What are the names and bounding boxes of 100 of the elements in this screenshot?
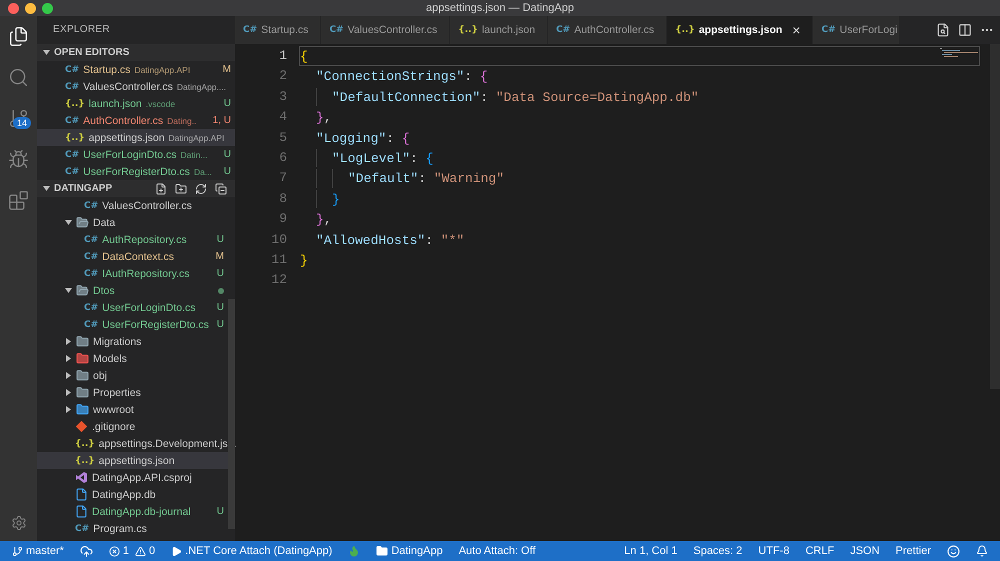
- extensions-glyph-icon: [8, 190, 29, 211]
- caret-icon[interactable]: [65, 372, 72, 379]
- tree-item[interactable]: DatingApp.db: [37, 486, 228, 503]
- workspace-folder[interactable]: DatingApp: [368, 545, 451, 557]
- tab-label: appsettings.json: [698, 24, 782, 36]
- open-editor-item[interactable]: C# UserForRegisterDto.cs Da... U: [37, 163, 235, 180]
- caret-icon[interactable]: [65, 338, 72, 345]
- csharp-icon: C#: [65, 116, 80, 126]
- file-name: Program.cs: [93, 522, 147, 534]
- tree-item[interactable]: C# UserForRegisterDto.cs U: [37, 316, 228, 333]
- punctuation: :: [418, 170, 428, 188]
- close-tab-button[interactable]: ×: [786, 22, 800, 38]
- status-item[interactable]: Prettier: [888, 545, 939, 557]
- file-name: .gitignore: [92, 420, 136, 432]
- line-number: 8: [279, 190, 287, 208]
- launch-name: .NET Core Attach (DatingApp): [185, 545, 332, 557]
- folder-icon: [76, 369, 89, 382]
- editor-tab[interactable]: {..} appsettings.json ×: [667, 16, 814, 44]
- csharp-icon: C#: [84, 302, 98, 312]
- file-name: DatingApp.API.csproj: [92, 472, 192, 484]
- open-editor-item[interactable]: C# ValuesController.cs DatingApp....: [37, 78, 235, 95]
- file-name: Dtos: [93, 284, 115, 296]
- preview-icon[interactable]: [936, 23, 950, 37]
- caret-icon[interactable]: [65, 355, 72, 362]
- caret-icon[interactable]: [65, 389, 72, 396]
- tree-item[interactable]: C# ValuesController.cs: [37, 197, 228, 214]
- tree-item[interactable]: obj: [37, 367, 228, 384]
- status-item[interactable]: JSON: [842, 545, 888, 557]
- tree-item[interactable]: Migrations: [37, 333, 228, 350]
- punctuation: ,: [324, 109, 332, 127]
- tree-item[interactable]: C# AuthRepository.cs U: [37, 231, 228, 248]
- file-path: Dating..: [167, 116, 196, 126]
- csharp-icon: C#: [243, 25, 258, 35]
- csharp-icon: C#: [556, 25, 570, 35]
- punctuation: ,: [324, 211, 332, 229]
- close-window-button[interactable]: [8, 2, 19, 14]
- new-folder-icon[interactable]: [175, 182, 187, 194]
- open-editor-item[interactable]: C# Startup.cs DatingApp.API M: [37, 61, 235, 78]
- editor-tab[interactable]: C# Startup.cs: [235, 16, 322, 44]
- open-editor-item[interactable]: {..} launch.json .vscode U: [37, 95, 235, 112]
- zoom-window-button[interactable]: [42, 2, 53, 14]
- tree-item[interactable]: wwwroot: [37, 401, 228, 418]
- debug-launch[interactable]: .NET Core Attach (DatingApp): [163, 545, 340, 557]
- minimize-window-button[interactable]: [25, 2, 36, 14]
- tree-item[interactable]: DatingApp.API.csproj: [37, 469, 228, 486]
- git-status: U: [224, 166, 231, 177]
- json-icon: {..}: [75, 438, 95, 448]
- folder-icon: [76, 216, 89, 229]
- caret-icon[interactable]: [65, 406, 72, 413]
- tree-item[interactable]: C# UserForLoginDto.cs U: [37, 299, 228, 316]
- line-number: 11: [271, 250, 287, 269]
- file-icon: [75, 505, 88, 518]
- refresh-icon[interactable]: [195, 182, 207, 194]
- file-name: UserForRegisterDto.cs: [83, 166, 190, 178]
- folder-icon: [76, 335, 89, 348]
- file-icon: [75, 488, 88, 501]
- caret-icon[interactable]: [43, 185, 50, 192]
- problems-indicator[interactable]: 1 0: [100, 545, 164, 557]
- editor-tab[interactable]: C# UserForLogi: [813, 16, 900, 44]
- csharp-icon: C#: [65, 166, 80, 176]
- json-key: "Logging": [316, 128, 386, 147]
- section-header[interactable]: DATINGAPP: [37, 180, 235, 197]
- editor-tab[interactable]: C# ValuesController.cs: [321, 16, 450, 44]
- open-editor-item[interactable]: {..} appsettings.json DatingApp.API: [37, 129, 235, 146]
- json-icon: {..}: [65, 132, 85, 142]
- status-item[interactable]: CRLF: [797, 545, 842, 557]
- caret-icon[interactable]: [43, 49, 50, 56]
- csharp-icon: C#: [84, 320, 98, 330]
- branch-indicator[interactable]: master*: [4, 545, 72, 557]
- editor-tab[interactable]: {..} launch.json: [450, 16, 548, 44]
- tree-item[interactable]: C# Program.cs: [37, 520, 228, 537]
- punctuation: :: [464, 68, 474, 86]
- file-name: ValuesController.cs: [102, 200, 192, 212]
- collapse-icon[interactable]: [215, 182, 227, 194]
- tree-item[interactable]: Properties: [37, 384, 228, 401]
- status-item[interactable]: Auto Attach: Off: [450, 545, 544, 557]
- status-item[interactable]: UTF-8: [750, 545, 798, 557]
- open-editor-item[interactable]: C# AuthController.cs Dating.. 1, U: [37, 112, 235, 129]
- tree-item[interactable]: {..} appsettings.json: [37, 452, 228, 469]
- file-name: DataContext.cs: [102, 250, 174, 262]
- tree-item[interactable]: C# DataContext.cs M: [37, 248, 228, 265]
- editor-tab[interactable]: C# AuthController.cs: [548, 16, 668, 44]
- branch-name: master*: [26, 545, 64, 557]
- json-key: "DefaultConnection": [332, 88, 480, 106]
- new-file-icon[interactable]: [155, 182, 167, 194]
- caret-icon[interactable]: [65, 287, 72, 294]
- status-item[interactable]: Spaces: 2: [685, 545, 750, 557]
- section-header[interactable]: OPEN EDITORS: [37, 44, 235, 61]
- status-item[interactable]: Ln 1, Col 1: [616, 545, 686, 557]
- json-key: "Default": [348, 169, 418, 188]
- tree-item[interactable]: Data: [37, 214, 228, 231]
- tree-item[interactable]: Dtos: [37, 282, 228, 299]
- git-status: U: [216, 506, 224, 517]
- open-editor-item[interactable]: C# UserForLoginDto.cs Datin... U: [37, 146, 235, 163]
- split-editor-icon[interactable]: [958, 23, 972, 37]
- tree-item[interactable]: Models: [37, 350, 228, 367]
- caret-icon[interactable]: [65, 219, 72, 226]
- tree-item[interactable]: DatingApp.db-journal U: [37, 503, 228, 520]
- tree-item[interactable]: .gitignore: [37, 418, 228, 435]
- tree-item[interactable]: C# IAuthRepository.cs U: [37, 265, 228, 282]
